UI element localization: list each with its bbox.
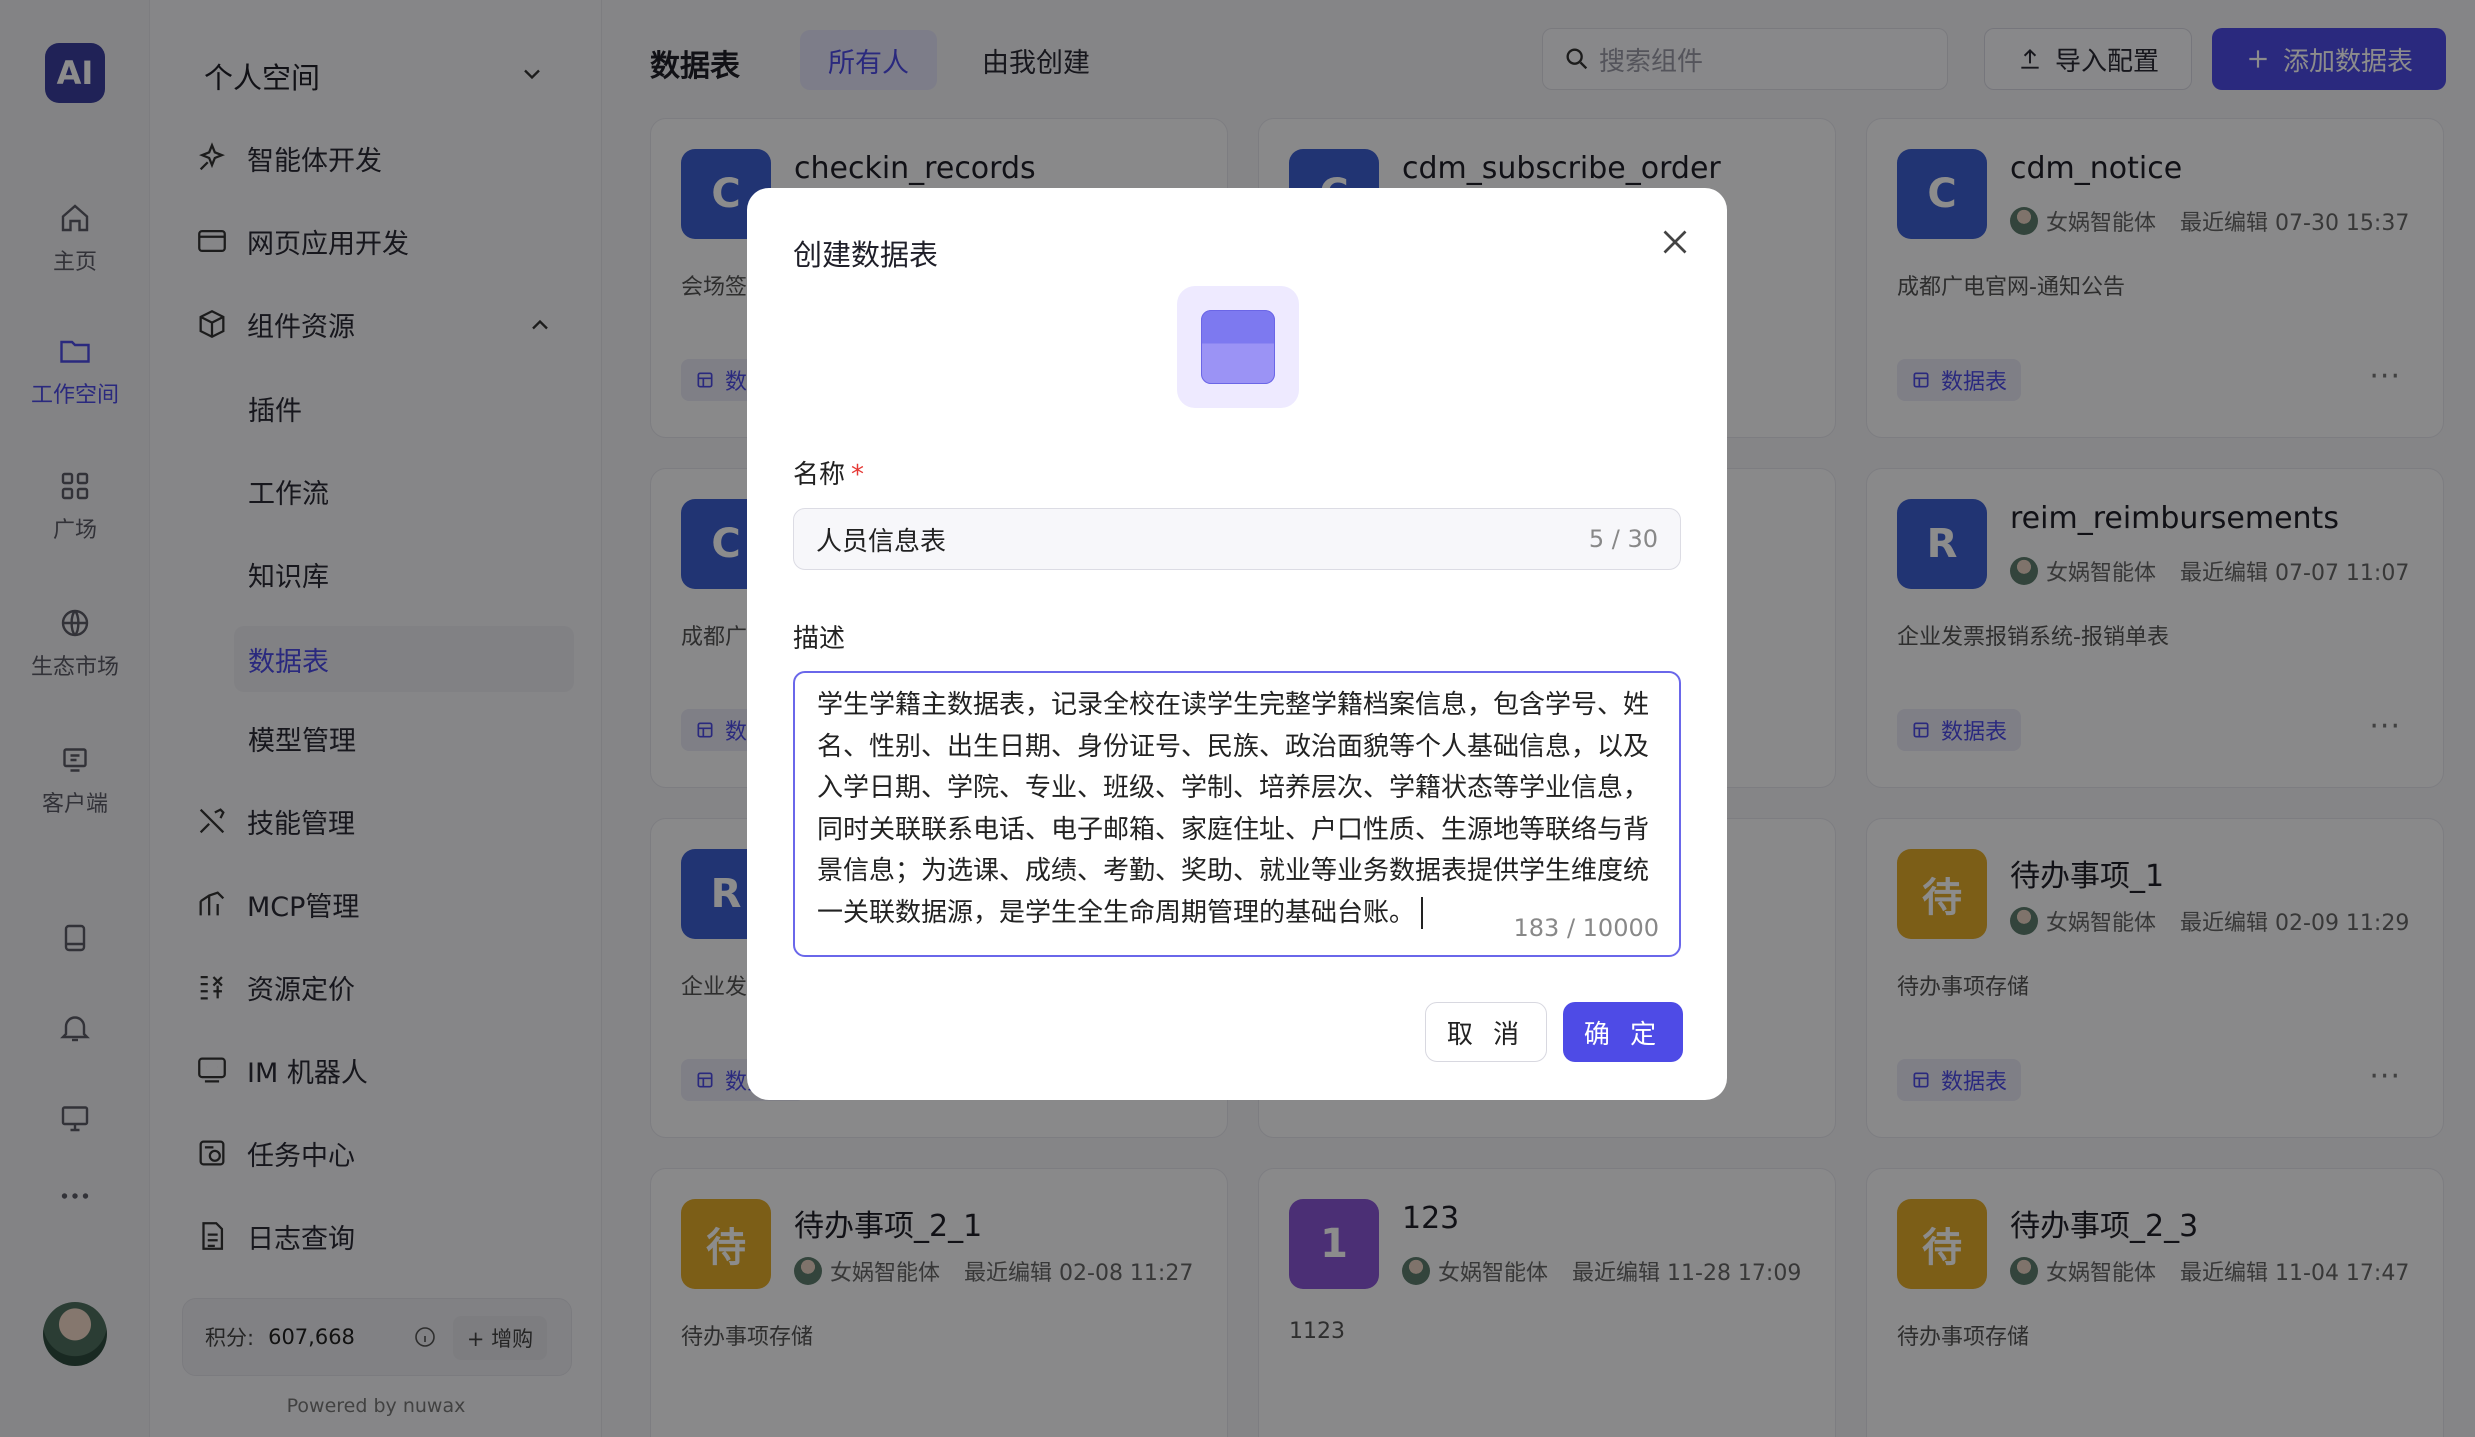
text-caret	[1421, 897, 1424, 929]
required-mark: *	[851, 460, 865, 490]
name-char-count: 5 / 30	[1588, 525, 1658, 553]
desc-label: 描述	[793, 624, 846, 654]
description-textarea[interactable]: 学生学籍主数据表，记录全校在读学生完整学籍档案信息，包含学号、姓名、性别、出生日…	[793, 671, 1681, 957]
dialog-title: 创建数据表	[793, 238, 939, 272]
datatable-icon[interactable]	[1177, 286, 1299, 408]
name-field[interactable]: 人员信息表 5 / 30	[793, 508, 1681, 570]
name-label: 名称 *	[793, 454, 864, 491]
close-icon[interactable]	[1657, 224, 1693, 260]
cancel-button[interactable]: 取 消	[1425, 1002, 1547, 1062]
name-value: 人员信息表	[816, 526, 947, 557]
desc-char-count: 183 / 10000	[1513, 913, 1660, 942]
confirm-button[interactable]: 确 定	[1563, 1002, 1683, 1062]
create-datatable-dialog: 创建数据表 名称 * 人员信息表 5 / 30 描述 学生学籍主数据表，记录全校在…	[747, 188, 1727, 1100]
name-label-text: 名称	[793, 460, 846, 490]
description-value: 学生学籍主数据表，记录全校在读学生完整学籍档案信息，包含学号、姓名、性别、出生日…	[817, 690, 1650, 928]
